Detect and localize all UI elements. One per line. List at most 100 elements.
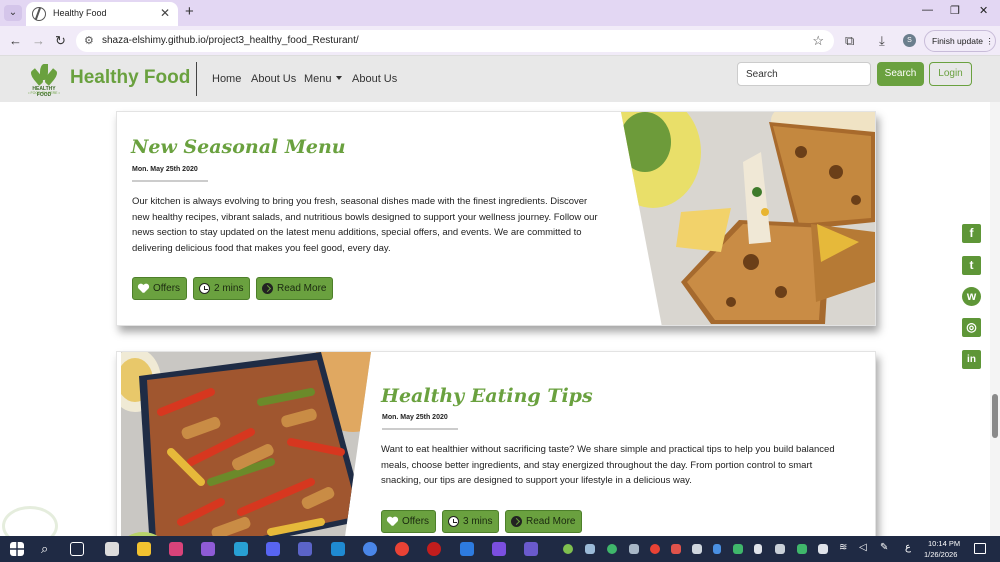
nav-link-home[interactable]: Home [212, 73, 241, 85]
back-arrow-icon[interactable]: ← [9, 33, 22, 48]
clock-time[interactable]: 10:14 PM [928, 539, 960, 548]
extensions-icon[interactable]: ⧉ [845, 33, 854, 49]
site-navbar: HEALTHY FOOD • FOOD ON HERE • Healthy Fo… [0, 56, 1000, 102]
notification-icon[interactable] [974, 543, 986, 554]
read-time-button[interactable]: 2 mins [193, 277, 251, 300]
tray-app-icon[interactable] [692, 544, 702, 554]
volume-icon[interactable]: ◁ [859, 542, 867, 553]
page-scrollbar[interactable] [990, 102, 1000, 536]
bitwarden-icon[interactable] [460, 542, 474, 556]
restore-icon[interactable]: ❐ [950, 4, 960, 17]
new-tab-button[interactable]: + [185, 3, 194, 20]
tray-app-icon[interactable] [650, 544, 660, 554]
read-more-label: Read More [277, 283, 327, 294]
nav-menu-dropdown[interactable]: Menu [304, 73, 342, 85]
tray-app-icon[interactable] [733, 544, 743, 554]
reload-icon[interactable]: ↻ [55, 33, 66, 49]
browser-toolbar: ← → ↻ ⚙ shaza-elshimy.github.io/project3… [0, 26, 1000, 56]
news-card: New Seasonal Menu Mon. May 25th 2020 Our… [116, 111, 876, 326]
camera-app-icon[interactable] [105, 542, 119, 556]
card-underline [132, 180, 208, 182]
clock-icon [199, 283, 210, 294]
tray-app-icon[interactable] [754, 544, 762, 554]
minimize-icon[interactable]: — [922, 4, 933, 16]
offers-button[interactable]: Offers [132, 277, 188, 300]
brand-name[interactable]: Healthy Food [70, 67, 190, 89]
tray-app-icon[interactable] [585, 544, 595, 554]
address-bar[interactable]: ⚙ shaza-elshimy.github.io/project3_healt… [76, 30, 834, 52]
card-date: Mon. May 25th 2020 [382, 414, 448, 421]
visual-studio-icon[interactable] [201, 542, 215, 556]
site-info-icon[interactable]: ⚙ [84, 34, 94, 47]
tray-app-icon[interactable] [775, 544, 785, 554]
nav-link-about-us-2[interactable]: About Us [352, 73, 397, 85]
scrollbar-thumb[interactable] [992, 394, 998, 438]
globe-icon [32, 7, 46, 21]
pen-icon[interactable]: ✎ [880, 542, 888, 553]
offers-button[interactable]: Offers [381, 510, 437, 533]
canva-icon[interactable] [492, 542, 506, 556]
instagram-icon[interactable]: ◎ [962, 318, 981, 337]
tray-app-icon[interactable] [607, 544, 617, 554]
chrome-alt-icon[interactable] [395, 542, 409, 556]
wifi-icon[interactable]: ≋ [839, 542, 847, 553]
tray-app-icon[interactable] [671, 544, 681, 554]
finish-update-button[interactable]: Finish update ⋮ [924, 30, 996, 52]
close-tab-icon[interactable]: ✕ [160, 6, 170, 20]
finish-update-label: Finish update [932, 36, 984, 46]
heart-icon [387, 517, 398, 527]
read-time-button[interactable]: 3 mins [442, 510, 500, 533]
tab-search-chevron-icon[interactable]: ⌄ [4, 5, 22, 21]
logo[interactable]: HEALTHY FOOD • FOOD ON HERE • [26, 62, 62, 98]
record-app-icon[interactable] [427, 542, 441, 556]
tray-app-icon[interactable] [797, 544, 807, 554]
vscode-icon[interactable] [331, 542, 345, 556]
chrome-icon[interactable] [363, 542, 377, 556]
window-close-icon[interactable]: ✕ [979, 4, 988, 17]
arrow-right-icon [511, 516, 522, 527]
floating-logo-badge[interactable] [2, 506, 58, 536]
caret-down-icon [335, 76, 342, 80]
app-icon[interactable] [524, 542, 538, 556]
task-view-icon[interactable] [70, 542, 84, 556]
discord-icon[interactable] [266, 542, 280, 556]
twitter-icon[interactable]: t [962, 256, 981, 275]
card-title: Healthy Eating Tips [381, 385, 593, 407]
arrow-right-icon [262, 283, 273, 294]
read-more-label: Read More [526, 516, 576, 527]
file-explorer-icon[interactable] [137, 542, 151, 556]
bookmark-star-icon[interactable]: ☆ [812, 33, 824, 49]
windows-start-icon[interactable] [10, 542, 24, 556]
news-section: New Seasonal Menu Mon. May 25th 2020 Our… [0, 102, 1000, 536]
search-icon[interactable]: ⌕ [41, 541, 48, 557]
search-input[interactable] [737, 62, 871, 86]
login-button[interactable]: Login [929, 62, 972, 86]
download-icon[interactable]: ⤓ [879, 33, 885, 49]
clock-date[interactable]: 1/26/2026 [924, 550, 957, 559]
read-more-button[interactable]: Read More [256, 277, 334, 300]
tray-app-icon[interactable] [629, 544, 639, 554]
whatsapp-icon[interactable]: w [962, 287, 981, 306]
tray-app-icon[interactable] [818, 544, 828, 554]
bluetooth-icon[interactable] [713, 544, 721, 554]
clock-icon [448, 516, 459, 527]
teams-icon[interactable] [298, 542, 312, 556]
telegram-icon[interactable] [234, 542, 248, 556]
tray-app-icon[interactable] [563, 544, 573, 554]
offers-label: Offers [402, 516, 430, 527]
nav-link-about-us[interactable]: About Us [251, 73, 296, 85]
browser-tab-strip: ⌄ Healthy Food ✕ + — ❐ ✕ [0, 0, 1000, 26]
quesadilla-image [621, 112, 875, 325]
profile-avatar[interactable]: S [903, 34, 916, 47]
forward-arrow-icon[interactable]: → [32, 33, 45, 48]
browser-tab[interactable]: Healthy Food ✕ [26, 2, 178, 26]
read-time-label: 3 mins [463, 516, 493, 527]
instagram-app-icon[interactable] [169, 542, 183, 556]
search-button[interactable]: Search [877, 62, 924, 86]
language-indicator[interactable]: ع [905, 542, 911, 553]
read-more-button[interactable]: Read More [505, 510, 583, 533]
facebook-icon[interactable]: f [962, 224, 981, 243]
linkedin-icon[interactable]: in [962, 350, 981, 369]
offers-label: Offers [153, 283, 181, 294]
card-date: Mon. May 25th 2020 [132, 166, 198, 173]
